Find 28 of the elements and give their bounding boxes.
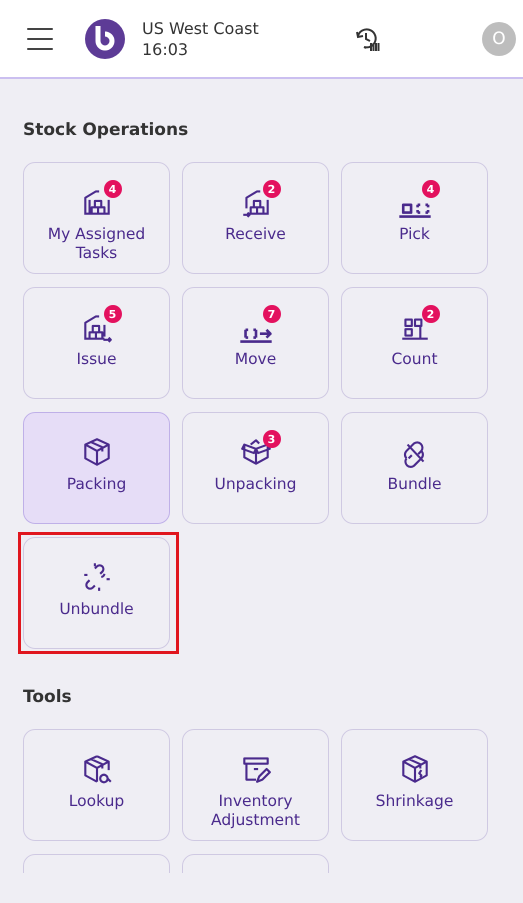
tile-button[interactable]: Packing [23,412,170,524]
tile-button[interactable]: 3 Unpacking [182,412,329,524]
count-badge: 7 [262,305,280,323]
logo-icon [85,18,125,58]
count-badge: 4 [104,180,122,198]
location-name: US West Coast [142,18,259,38]
tile-button[interactable]: Inventory Adjustment [182,729,329,841]
section-title: Tools [23,686,73,709]
section-title: Stock Operations [23,119,190,142]
tile-button[interactable]: 2 Receive [182,162,329,274]
tile-button[interactable]: 4 Pick [341,162,488,274]
tile-button[interactable]: 4 My Assigned Tasks [23,162,170,274]
tile-button[interactable]: Unbundle [23,537,170,649]
pick-icon [398,202,432,218]
tile-button[interactable]: 5 Issue [23,287,170,399]
clock-time: 16:03 [142,38,190,60]
tile-button[interactable]: Lookup [23,729,170,841]
count-badge: 2 [262,180,280,198]
count-badge: 4 [422,180,440,198]
tile-button[interactable]: 2 Count [341,287,488,399]
menu-icon[interactable] [27,28,53,50]
tile-button[interactable]: Bundle [341,412,488,524]
tile-button[interactable]: Shrinkage [341,729,488,841]
tile-button[interactable]: 7 Move [182,287,329,399]
move-icon [238,327,272,343]
count-badge: 2 [422,305,440,323]
count-badge: 3 [262,430,280,448]
count-badge: 5 [104,305,122,323]
